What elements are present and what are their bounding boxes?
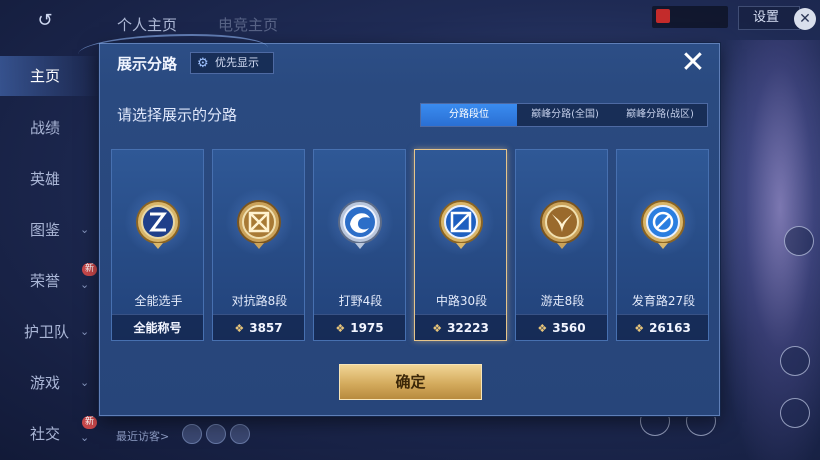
sidebar-item-label: 游戏 [30,374,61,392]
tab-esports-home[interactable]: 电竞主页 [218,14,278,35]
lane-card-name: 打野4段 [338,294,383,308]
avatar [656,9,670,23]
sidebar: 主页 战绩 英雄 图鉴 ⌄ 荣誉新 ⌄ 护卫队 ⌄ 游戏 ⌄ 社交新 ⌄ [0,48,100,460]
lane-card-name: 全能选手 [134,294,183,308]
visitor-avatar[interactable] [182,424,202,444]
sidebar-item-label: 战绩 [30,119,61,137]
lane-card-footer: ❖ 3857 [213,314,304,340]
sidebar-item-label: 荣誉 [30,272,61,290]
chevron-down-icon: ⌄ [80,431,90,444]
sidebar-item-heroes[interactable]: 英雄 [0,159,100,199]
rank-points-icon: ❖ [537,322,548,335]
rank-points-value: 3560 [552,321,586,335]
sidebar-item-label: 图鉴 [30,221,61,239]
rank-points-icon: ❖ [432,322,443,335]
visitor-avatar[interactable] [206,424,226,444]
rank-points-value: 26163 [649,321,691,335]
lane-card-footer: 全能称号 [112,314,203,340]
rank-points-icon: ❖ [335,322,346,335]
tab-lane-rank[interactable]: 分路段位 [421,104,517,126]
lane-card-clash[interactable]: 对抗路8段 ❖ 3857 [212,149,305,341]
dialog-title: 展示分路 [117,55,178,73]
chevron-down-icon: ⌄ [80,278,90,291]
lane-card-roam[interactable]: 游走8段 ❖ 3560 [515,149,608,341]
lane-display-dialog: 展示分路 ⚙ 优先显示 ✕ 请选择展示的分路 分路段位 巅峰分路(全国) 巅峰分… [78,34,720,416]
lane-mode-tabs: 分路段位 巅峰分路(全国) 巅峰分路(战区) [420,103,708,127]
tab-peak-lane-region[interactable]: 巅峰分路(战区) [613,104,707,126]
sidebar-item-label: 主页 [30,67,61,85]
select-lane-prompt: 请选择展示的分路 [117,106,238,124]
chevron-down-icon: ⌄ [80,325,90,338]
sidebar-item-social[interactable]: 社交新 ⌄ [0,414,100,454]
sidebar-item-honor[interactable]: 荣誉新 ⌄ [0,261,100,301]
chevron-down-icon: ⌄ [80,223,90,236]
allround-emblem-icon [136,200,180,249]
jungle-emblem-icon [338,200,382,249]
farm-lane-emblem-icon [641,200,685,249]
settings-button[interactable]: 设置 [738,6,800,30]
lane-card-jungle[interactable]: 打野4段 ❖ 1975 [313,149,406,341]
lane-card-mid[interactable]: 中路30段 ❖ 32223 [414,149,507,341]
lane-card-footer: ❖ 26163 [617,314,708,340]
lane-card-footer: ❖ 1975 [314,314,405,340]
sidebar-item-guard[interactable]: 护卫队 ⌄ [0,312,100,352]
sidebar-item-label: 护卫队 [24,323,70,341]
lane-card-list: 全能选手 全能称号 对抗路8段 ❖ 3857 打野4段 ❖ 1975 中路30段… [111,149,711,341]
lane-card-farm[interactable]: 发育路27段 ❖ 26163 [616,149,709,341]
close-icon[interactable]: ✕ [794,8,816,30]
right-side-button[interactable] [784,226,814,256]
sidebar-item-label: 社交 [30,425,61,443]
rank-points-icon: ❖ [234,322,245,335]
top-bar: ↺ 个人主页 电竞主页 设置 ✕ [0,0,820,40]
user-badge [652,6,728,28]
sidebar-item-game[interactable]: 游戏 ⌄ [0,363,100,403]
rank-points-icon: ❖ [634,322,645,335]
priority-display-label: 优先显示 [215,56,259,69]
roam-emblem-icon [540,200,584,249]
recent-visitors-link[interactable]: 最近访客> [116,428,169,444]
rank-points-value: 32223 [447,321,489,335]
clash-lane-emblem-icon [237,200,281,249]
right-side-button[interactable] [780,398,810,428]
priority-display-button[interactable]: ⚙ 优先显示 [190,52,274,74]
lane-card-footer: ❖ 32223 [415,314,506,340]
lane-card-name: 游走8段 [540,294,585,308]
lane-card-name: 对抗路8段 [231,294,288,308]
confirm-button[interactable]: 确定 [339,364,482,400]
sidebar-item-collection[interactable]: 图鉴 ⌄ [0,210,100,250]
back-arrow-icon[interactable]: ↺ [22,10,68,32]
chevron-down-icon: ⌄ [80,376,90,389]
lane-card-name: 中路30段 [435,294,488,308]
gear-icon: ⚙ [197,56,209,71]
sidebar-item-label: 英雄 [30,170,61,188]
visitor-avatar[interactable] [230,424,250,444]
lane-card-name: 发育路27段 [631,294,696,308]
lane-card-footer: ❖ 3560 [516,314,607,340]
title-label: 全能称号 [133,321,182,335]
tab-personal-home[interactable]: 个人主页 [117,14,177,35]
lane-card-allround[interactable]: 全能选手 全能称号 [111,149,204,341]
mid-lane-emblem-icon [439,200,483,249]
rank-points-value: 1975 [350,321,384,335]
rank-points-value: 3857 [249,321,283,335]
sidebar-item-record[interactable]: 战绩 [0,108,100,148]
tab-peak-lane-national[interactable]: 巅峰分路(全国) [517,104,613,126]
close-icon[interactable]: ✕ [675,48,711,80]
right-side-button[interactable] [780,346,810,376]
